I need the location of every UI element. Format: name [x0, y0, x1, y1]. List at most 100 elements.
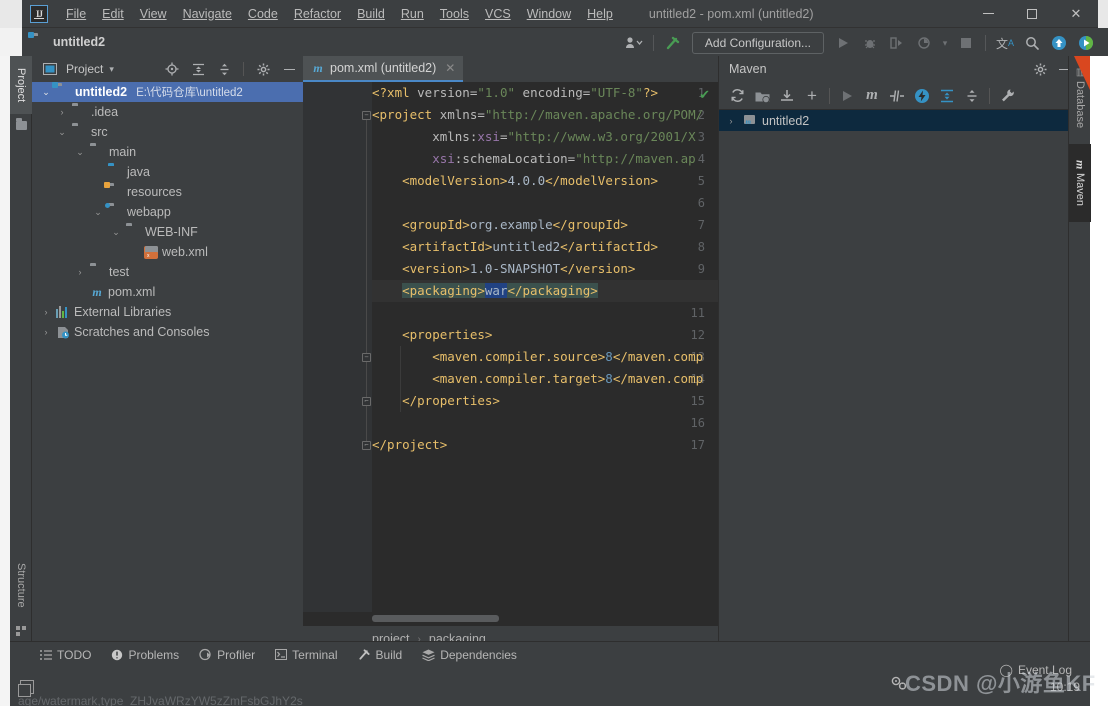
maximize-button[interactable]: [1010, 0, 1054, 28]
chevron-down-icon[interactable]: ▾: [939, 31, 951, 55]
maven-expand-arrow[interactable]: ›: [725, 116, 737, 126]
tree-item-main[interactable]: ⌄ main: [32, 142, 303, 162]
code-text[interactable]: <?xml version="1.0" encoding="UTF-8"?> <…: [372, 82, 718, 638]
tree-item-web-xml[interactable]: x web.xml: [32, 242, 303, 262]
intellij-logo-icon[interactable]: IJ: [30, 4, 48, 23]
tree-expand-arrow[interactable]: ⌄: [110, 227, 122, 238]
event-log-button[interactable]: ◯ Event Log: [1000, 663, 1072, 677]
code-editor[interactable]: 1 2 3 4 5 6 7 8 9 10 11 12 13 14 15 16 1…: [303, 82, 718, 638]
project-folder-icon[interactable]: [14, 118, 28, 132]
execute-maven-goal-icon[interactable]: m: [860, 85, 884, 107]
settings-gear-icon[interactable]: [1028, 58, 1052, 80]
tree-item-untitled2[interactable]: ⌄ untitled2 E:\代码仓库\untitled2: [32, 81, 303, 102]
tree-expand-arrow[interactable]: ⌄: [92, 207, 104, 218]
tree-item-test[interactable]: › test: [32, 262, 303, 282]
bottom-tab-profiler[interactable]: Profiler: [199, 648, 255, 662]
editor-gutter[interactable]: [303, 82, 360, 638]
bottom-tab-terminal[interactable]: Terminal: [275, 648, 338, 662]
bottom-tab-problems[interactable]: Problems: [111, 648, 179, 662]
close-button[interactable]: ✕: [1054, 0, 1098, 28]
collapse-all-icon[interactable]: [960, 85, 984, 107]
build-hammer-icon[interactable]: [661, 31, 685, 55]
add-configuration-button[interactable]: Add Configuration...: [691, 32, 824, 54]
bottom-tab-todo[interactable]: TODO: [40, 648, 91, 662]
project-scope-chevron-icon[interactable]: ▾: [109, 64, 114, 75]
tree-expand-arrow[interactable]: ›: [74, 267, 86, 277]
generate-sources-icon[interactable]: [750, 85, 774, 107]
close-tab-icon[interactable]: ✕: [445, 61, 455, 75]
stop-icon[interactable]: [954, 31, 978, 55]
menu-vcs[interactable]: VCS: [477, 4, 519, 24]
expand-all-icon[interactable]: [935, 85, 959, 107]
tree-item-src[interactable]: ⌄ src: [32, 122, 303, 142]
collapse-all-icon[interactable]: [214, 59, 234, 79]
toggle-skip-tests-icon[interactable]: [885, 85, 909, 107]
expand-all-icon[interactable]: [188, 59, 208, 79]
menu-view[interactable]: View: [132, 4, 175, 24]
tree-expand-arrow[interactable]: ⌄: [40, 87, 52, 98]
maven-project-tree[interactable]: › m untitled2: [719, 110, 1080, 131]
add-maven-project-icon[interactable]: +: [800, 85, 824, 107]
menu-build[interactable]: Build: [349, 4, 393, 24]
menu-navigate[interactable]: Navigate: [175, 4, 240, 24]
translate-icon[interactable]: 文A: [993, 31, 1017, 55]
tree-item-idea[interactable]: › .idea: [32, 102, 303, 122]
profile-icon[interactable]: [912, 31, 936, 55]
menu-code[interactable]: Code: [240, 4, 286, 24]
maven-tree-item-untitled2[interactable]: › m untitled2: [719, 110, 1080, 131]
navbar-project-crumb[interactable]: untitled2: [28, 31, 105, 49]
menu-run[interactable]: Run: [393, 4, 432, 24]
bottom-tab-dependencies[interactable]: Dependencies: [422, 648, 517, 662]
fold-marker-project-end[interactable]: ⌐: [362, 441, 371, 450]
tree-item-scratches[interactable]: › Scratches and Consoles: [32, 322, 303, 342]
minimize-button[interactable]: [966, 0, 1010, 28]
update-available-icon[interactable]: [1047, 31, 1071, 55]
download-sources-icon[interactable]: [775, 85, 799, 107]
tree-item-java[interactable]: java: [32, 162, 303, 182]
ide-run-icon[interactable]: [1074, 31, 1098, 55]
editor-horizontal-scroll-area[interactable]: [303, 612, 718, 626]
tree-item-pom-xml[interactable]: m pom.xml: [32, 282, 303, 302]
bottom-tab-build[interactable]: Build: [358, 648, 402, 662]
background-tasks-icon[interactable]: [890, 675, 908, 696]
tree-expand-arrow[interactable]: ›: [56, 107, 68, 117]
settings-gear-icon[interactable]: [253, 59, 273, 79]
menu-edit[interactable]: Edit: [94, 4, 132, 24]
menu-refactor[interactable]: Refactor: [286, 4, 349, 24]
sidebar-tab-structure[interactable]: Structure: [10, 548, 32, 622]
search-everywhere-icon[interactable]: [1020, 31, 1044, 55]
sidebar-tab-maven[interactable]: m Maven: [1069, 144, 1091, 222]
fold-marker-properties-end[interactable]: ⌐: [362, 397, 371, 406]
tree-expand-arrow[interactable]: ›: [40, 327, 52, 337]
run-icon[interactable]: [835, 85, 859, 107]
tree-item-external-libraries[interactable]: › External Libraries: [32, 302, 303, 322]
tree-expand-arrow[interactable]: ⌄: [56, 127, 68, 138]
tree-expand-arrow[interactable]: ›: [40, 307, 52, 317]
toggle-offline-mode-icon[interactable]: [910, 85, 934, 107]
vcs-user-icon[interactable]: [622, 31, 646, 55]
structure-icon[interactable]: [14, 624, 28, 638]
hide-panel-icon[interactable]: [279, 59, 299, 79]
tree-item-webapp[interactable]: ⌄ webapp: [32, 202, 303, 222]
debug-icon[interactable]: [858, 31, 882, 55]
menu-window[interactable]: Window: [519, 4, 579, 24]
run-with-coverage-icon[interactable]: [885, 31, 909, 55]
tree-item-resources[interactable]: resources: [32, 181, 303, 202]
maven-settings-wrench-icon[interactable]: [995, 85, 1019, 107]
menu-file[interactable]: File: [58, 4, 94, 24]
horizontal-scrollbar[interactable]: [372, 615, 499, 622]
fold-marker-project[interactable]: −: [362, 111, 371, 120]
tree-item-web-inf[interactable]: ⌄ WEB-INF: [32, 222, 303, 242]
toggle-tool-windows-icon[interactable]: [18, 679, 34, 697]
project-tree[interactable]: ⌄ untitled2 E:\代码仓库\untitled2 › .idea ⌄ …: [32, 81, 303, 342]
tree-expand-arrow[interactable]: ⌄: [74, 147, 86, 158]
sidebar-tab-project[interactable]: Project: [10, 56, 32, 114]
menu-help[interactable]: Help: [579, 4, 621, 24]
editor-tab-pom-xml[interactable]: m pom.xml (untitled2) ✕: [303, 56, 464, 82]
fold-marker-properties[interactable]: −: [362, 353, 371, 362]
locate-file-icon[interactable]: [162, 59, 182, 79]
run-icon[interactable]: [831, 31, 855, 55]
reload-projects-icon[interactable]: [725, 85, 749, 107]
menu-tools[interactable]: Tools: [432, 4, 477, 24]
